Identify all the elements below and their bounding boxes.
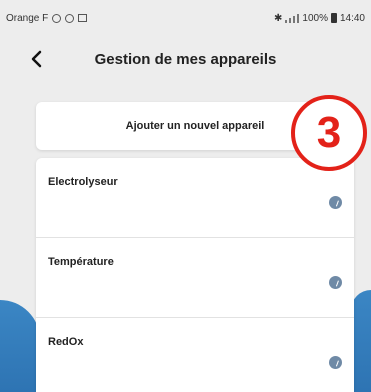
device-name: RedOx <box>48 336 84 348</box>
device-item-redox[interactable]: RedOx <box>36 318 354 392</box>
device-list: Electrolyseur Température RedOx <box>36 158 354 392</box>
device-name: Température <box>48 256 114 268</box>
device-item-electrolyseur[interactable]: Electrolyseur <box>36 158 354 238</box>
background-wave-left <box>0 300 40 392</box>
page-title: Gestion de mes appareils <box>94 50 277 68</box>
chevron-left-icon <box>31 50 42 68</box>
back-button[interactable] <box>24 46 48 72</box>
carrier-label: Orange F <box>6 12 49 24</box>
status-bar: Orange F ✱ 100% 14:40 <box>0 0 371 36</box>
status-right: ✱ 100% 14:40 <box>274 13 365 24</box>
screenshot-icon <box>78 14 88 22</box>
app-header: Gestion de mes appareils <box>0 36 371 82</box>
status-left: Orange F <box>6 12 88 24</box>
battery-level: 100% <box>302 12 328 24</box>
step-annotation-badge: 3 <box>291 95 367 171</box>
add-device-label: Ajouter un nouvel appareil <box>125 120 265 132</box>
edit-icon[interactable] <box>329 276 342 289</box>
step-number: 3 <box>316 108 342 157</box>
background-wave-right <box>351 290 371 392</box>
battery-icon <box>330 13 337 23</box>
edit-icon[interactable] <box>329 356 342 369</box>
device-item-temperature[interactable]: Température <box>36 238 354 318</box>
signal-icon <box>285 13 300 23</box>
notification-icon <box>65 13 75 23</box>
device-name: Electrolyseur <box>48 176 118 188</box>
clock: 14:40 <box>339 12 365 24</box>
edit-icon[interactable] <box>329 196 342 209</box>
bluetooth-icon: ✱ <box>274 12 283 24</box>
notification-icon <box>52 13 62 23</box>
